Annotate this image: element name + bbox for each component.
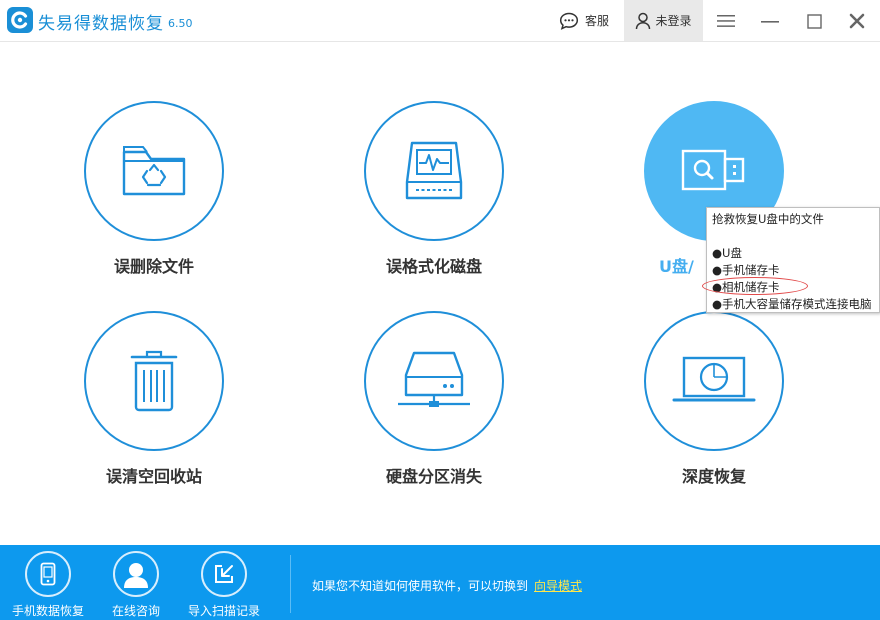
chat-bubble-icon [559, 12, 579, 30]
tooltip-title: 抢救恢复U盘中的文件 [712, 212, 824, 226]
tile-lost-partition[interactable]: 硬盘分区消失 [349, 311, 519, 487]
tile-circle [364, 311, 504, 451]
hard-drive-network-icon [398, 351, 470, 407]
trash-bin-icon [130, 350, 178, 412]
import-scan-record-button[interactable]: 导入扫描记录 [179, 551, 269, 619]
tile-circle [84, 101, 224, 241]
online-consult-button[interactable]: 在线咨询 [91, 551, 181, 619]
footer-circle [201, 551, 247, 597]
tile-circle [84, 311, 224, 451]
agent-avatar-icon [124, 563, 148, 588]
app-logo-icon [7, 7, 33, 33]
tile-label: 深度恢复 [681, 467, 746, 486]
minimize-icon [761, 21, 779, 23]
hamburger-menu-icon [717, 15, 735, 27]
tile-deep-recovery[interactable]: 深度恢复 [629, 311, 799, 487]
mobile-recovery-button[interactable]: 手机数据恢复 [3, 551, 93, 619]
maximize-icon [806, 13, 822, 29]
footer-button-label: 在线咨询 [111, 604, 160, 618]
footer-circle [113, 551, 159, 597]
app-title: 失易得数据恢复 [38, 14, 164, 34]
tooltip-item: ●手机大容量储存模式连接电脑 [712, 297, 872, 311]
tooltip-item-highlighted: ●相机储存卡 [702, 277, 879, 296]
usb-tooltip: 抢救恢复U盘中的文件 ●U盘 ●手机储存卡 ●相机储存卡 ●手机大容量储存模式连… [702, 207, 880, 313]
tile-label: 硬盘分区消失 [385, 467, 482, 486]
login-button[interactable]: 未登录 [624, 0, 703, 41]
footer-button-label: 导入扫描记录 [187, 604, 260, 618]
tile-recycle-bin[interactable]: 误清空回收站 [69, 311, 239, 487]
menu-button[interactable] [715, 10, 737, 32]
app-version: 6.50 [168, 17, 193, 30]
tooltip-item: ●手机储存卡 [712, 263, 780, 277]
footer-hint: 如果您不知道如何使用软件，可以切换到 向导模式 [312, 577, 582, 594]
title-bar: 失易得数据恢复 6.50 客服 未登录 [0, 0, 880, 42]
close-icon [849, 13, 865, 29]
bottom-bar: 手机数据恢复 在线咨询 导入扫描记录 如果您不知道如何使用软件，可以切换到 向导模… [0, 545, 880, 620]
usb-drive-icon [681, 149, 745, 191]
minimize-button[interactable] [759, 10, 781, 32]
tile-label: 误删除文件 [113, 257, 194, 276]
maximize-button[interactable] [803, 10, 825, 32]
customer-service-label: 客服 [585, 14, 610, 28]
footer-button-label: 手机数据恢复 [11, 604, 84, 618]
footer-circle [25, 551, 71, 597]
laptop-disk-icon [672, 356, 756, 402]
tile-deleted-files[interactable]: 误删除文件 [69, 101, 239, 277]
wizard-mode-link[interactable]: 向导模式 [534, 579, 582, 593]
user-icon [636, 12, 651, 29]
phone-icon [40, 562, 56, 586]
hint-text: 如果您不知道如何使用软件，可以切换到 [312, 579, 529, 593]
import-icon [215, 565, 233, 583]
tile-label: 误清空回收站 [105, 467, 202, 486]
tooltip-item: ●U盘 [712, 246, 742, 260]
close-button[interactable] [846, 10, 868, 32]
tile-circle [644, 311, 784, 451]
disk-pulse-icon [405, 141, 463, 200]
folder-recycle-icon [122, 146, 186, 196]
tile-circle [364, 101, 504, 241]
tile-label: 误格式化磁盘 [385, 257, 482, 276]
footer-divider [290, 555, 291, 613]
red-annotation-ellipse [702, 277, 808, 295]
login-label: 未登录 [655, 14, 692, 28]
tile-formatted-disk[interactable]: 误格式化磁盘 [349, 101, 519, 277]
customer-service-button[interactable]: 客服 [559, 0, 609, 41]
